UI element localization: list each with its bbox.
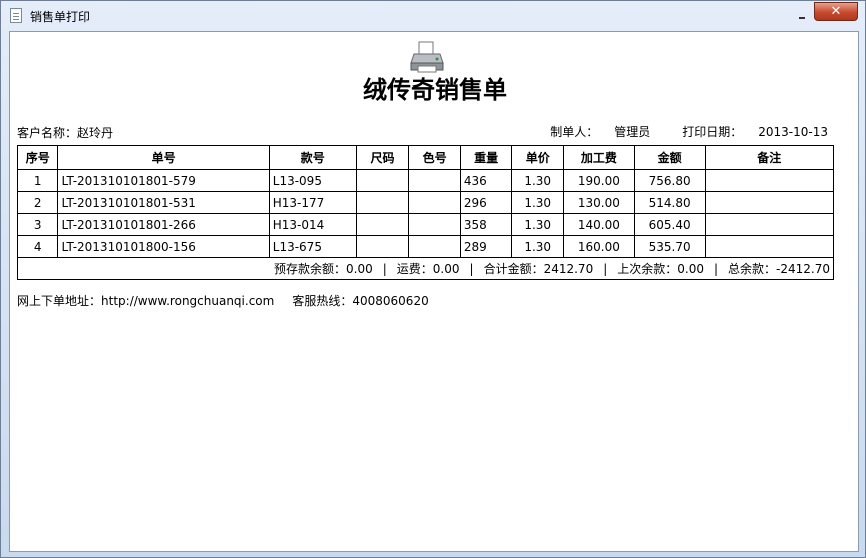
cell-weight: 289	[459, 235, 513, 258]
close-button[interactable]: ✕	[814, 2, 858, 21]
print-window: 销售单打印 ✕ 绒传奇销售单 客户名称：赵玲丹 制单人： 管理员 打印日期： 2013…	[0, 0, 866, 558]
table-row: 4 LT-201310101800-156 L13-675 289 1.30 1…	[16, 235, 835, 258]
cell-amount: 535.70	[633, 235, 706, 258]
cell-order-no: LT-201310101801-266	[57, 213, 270, 236]
window-title: 销售单打印	[30, 10, 91, 24]
cell-unit-price: 1.30	[511, 213, 564, 236]
deposit-label: 预存款余额：	[274, 262, 347, 276]
hotline-value: 4008060620	[352, 294, 429, 308]
summary-cell: 预存款余额：0.00 | 运费：0.00 | 合计金额：2412.70 | 上次余款：0.0…	[17, 257, 834, 280]
cell-size	[355, 213, 410, 236]
col-header: 单价	[511, 145, 564, 170]
cell-remark	[704, 169, 835, 192]
cell-color	[408, 191, 461, 214]
cell-style-no: L13-675	[268, 235, 357, 258]
print-date-field: 打印日期： 2013-10-13	[666, 125, 828, 139]
cell-index: 4	[16, 235, 59, 258]
cell-amount: 756.80	[633, 169, 706, 192]
cell-color	[408, 235, 461, 258]
cell-weight: 358	[459, 213, 513, 236]
deposit-value: 0.00	[346, 262, 373, 276]
maker-field: 制单人： 管理员	[534, 125, 650, 139]
document-title: 绒传奇销售单	[363, 75, 507, 104]
last-balance-label: 上次余款：	[617, 262, 678, 276]
table-row: 2 LT-201310101801-531 H13-177 296 1.30 1…	[16, 191, 835, 214]
col-header: 重量	[459, 145, 513, 170]
last-balance-value: 0.00	[677, 262, 704, 276]
cell-weight: 296	[459, 191, 513, 214]
cell-size	[355, 235, 410, 258]
minimize-button[interactable]	[791, 7, 813, 23]
separator: |	[713, 262, 719, 276]
maker-info: 制单人： 管理员 打印日期： 2013-10-13	[518, 123, 828, 140]
cell-unit-price: 1.30	[511, 191, 564, 214]
cell-size	[355, 169, 410, 192]
col-header: 加工费	[562, 145, 635, 170]
cell-order-no: LT-201310101801-531	[57, 191, 270, 214]
freight-label: 运费：	[396, 262, 433, 276]
cell-index: 3	[16, 213, 59, 236]
customer-name: 赵玲丹	[77, 126, 114, 140]
cell-size	[355, 191, 410, 214]
cell-index: 1	[16, 169, 59, 192]
title-bar[interactable]: 销售单打印 ✕	[1, 1, 865, 31]
cell-remark	[704, 191, 835, 214]
grand-balance-label: 总余款：	[728, 262, 777, 276]
grand-balance-value: -2412.70	[776, 262, 830, 276]
printer-icon	[410, 41, 444, 73]
cell-order-no: LT-201310101801-579	[57, 169, 270, 192]
summary-row: 预存款余额：0.00 | 运费：0.00 | 合计金额：2412.70 | 上次余款：0.0…	[17, 257, 834, 280]
separator: |	[469, 262, 474, 276]
freight-value: 0.00	[432, 262, 460, 276]
cell-index: 2	[16, 191, 59, 214]
col-header: 色号	[408, 145, 461, 170]
total-label: 合计金额：	[483, 262, 544, 276]
table-header-row: 序号 单号 款号 尺码 色号 重量 单价 加工费 金额 备注	[16, 145, 835, 170]
sales-table: 序号 单号 款号 尺码 色号 重量 单价 加工费 金额 备注 1 LT-2013…	[16, 145, 835, 280]
col-header: 尺码	[355, 145, 410, 170]
cell-amount: 605.40	[633, 213, 706, 236]
col-header: 序号	[16, 145, 59, 170]
print-date: 2013-10-13	[758, 125, 828, 139]
cell-unit-price: 1.30	[511, 235, 564, 258]
table-row: 1 LT-201310101801-579 L13-095 436 1.30 1…	[16, 169, 835, 192]
cell-weight: 436	[459, 169, 513, 192]
total-value: 2412.70	[543, 262, 594, 276]
cell-remark	[704, 213, 835, 236]
cell-color	[408, 213, 461, 236]
col-header: 款号	[268, 145, 357, 170]
cell-processing-fee: 160.00	[562, 235, 635, 258]
cell-processing-fee: 190.00	[562, 169, 635, 192]
customer-label: 客户名称：	[17, 126, 78, 140]
cell-unit-price: 1.30	[511, 169, 564, 192]
url-label: 网上下单地址：	[17, 294, 102, 308]
footer-info: 网上下单地址：http://www.rongchuanqi.com 客服热线：40…	[17, 292, 429, 309]
cell-remark	[704, 235, 835, 258]
order-url: http://www.rongchuanqi.com	[101, 294, 275, 308]
maker-name: 管理员	[614, 125, 651, 139]
print-preview-area: 绒传奇销售单 客户名称：赵玲丹 制单人： 管理员 打印日期： 2013-10-13 序…	[9, 31, 859, 552]
maker-label: 制单人：	[550, 125, 599, 139]
col-header: 金额	[633, 145, 706, 170]
col-header: 单号	[57, 145, 270, 170]
cell-style-no: H13-014	[268, 213, 357, 236]
cell-style-no: H13-177	[268, 191, 357, 214]
customer-info: 客户名称：赵玲丹	[17, 124, 113, 141]
print-date-label: 打印日期：	[682, 125, 743, 139]
cell-processing-fee: 130.00	[562, 191, 635, 214]
table-row: 3 LT-201310101801-266 H13-014 358 1.30 1…	[16, 213, 835, 236]
cell-processing-fee: 140.00	[562, 213, 635, 236]
cell-color	[408, 169, 461, 192]
cell-style-no: L13-095	[268, 169, 357, 192]
cell-amount: 514.80	[633, 191, 706, 214]
separator: |	[382, 262, 387, 276]
col-header: 备注	[704, 145, 835, 170]
cell-order-no: LT-201310101800-156	[57, 235, 270, 258]
separator: |	[603, 262, 608, 276]
document-icon	[10, 8, 22, 23]
hotline-label: 客服热线：	[292, 294, 353, 308]
